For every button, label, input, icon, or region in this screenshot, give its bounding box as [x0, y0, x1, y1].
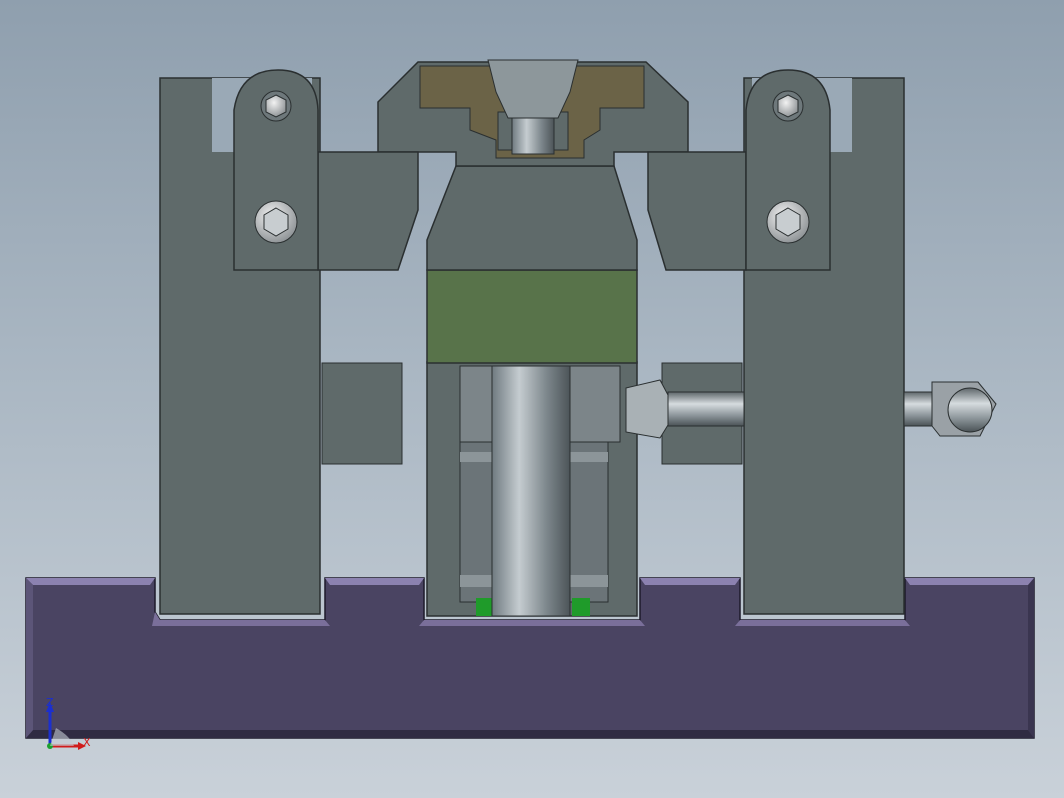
top-housing[interactable] [377, 59, 689, 167]
cad-model-viewport[interactable]: Z X [0, 0, 1064, 798]
z-axis-label: Z [46, 696, 54, 709]
cylinder-collar[interactable] [426, 269, 638, 364]
hex-socket-bolt-icon [254, 200, 298, 244]
hex-socket-bolt-icon [766, 200, 810, 244]
cylinder-head[interactable] [426, 165, 638, 271]
left-clamp-arm[interactable] [159, 69, 419, 615]
hex-socket-bolt-icon [772, 90, 804, 122]
cylinder-body[interactable] [426, 361, 638, 617]
hex-socket-bolt-icon [260, 90, 292, 122]
right-clamp-arm[interactable] [647, 69, 905, 615]
x-axis-label: X [83, 736, 91, 749]
